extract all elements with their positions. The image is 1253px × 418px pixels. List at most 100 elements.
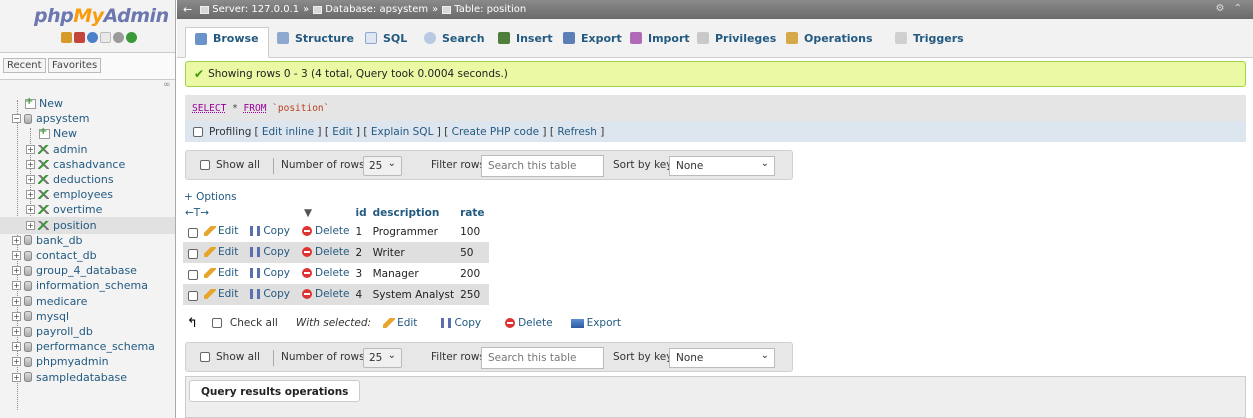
cell-rate[interactable]: 250 (458, 284, 489, 305)
edit-button[interactable]: Edit (200, 225, 238, 237)
filter-rows-input[interactable]: Search this table (481, 347, 604, 369)
expand-icon[interactable]: + (26, 220, 35, 230)
delete-button[interactable]: Delete (296, 267, 349, 279)
expand-icon[interactable]: + (26, 175, 35, 184)
bulk-export-button[interactable]: Export (570, 317, 621, 329)
edit-button[interactable]: Edit (200, 267, 238, 279)
row-checkbox[interactable] (188, 269, 198, 280)
collapse-arrow-icon[interactable]: ← (183, 3, 192, 16)
column-header-rate[interactable]: rate (458, 204, 488, 221)
breadcrumb-database[interactable]: Database: apsystem (313, 4, 428, 15)
cell-id[interactable]: 2 (353, 242, 371, 263)
show-all-checkbox[interactable] (200, 352, 210, 362)
delete-button[interactable]: Delete (296, 288, 349, 300)
cell-description[interactable]: System Analyst (370, 284, 459, 305)
copy-button[interactable]: Copy (244, 225, 290, 237)
tab-privileges[interactable]: Privileges (697, 28, 776, 48)
settings-icon[interactable] (113, 32, 124, 43)
home-icon[interactable] (61, 32, 72, 43)
tab-export[interactable]: Export (563, 28, 622, 48)
check-all-label[interactable]: Check all (230, 317, 278, 329)
recent-tab[interactable]: Recent (3, 58, 46, 73)
breadcrumb-table[interactable]: Table: position (442, 4, 526, 15)
number-of-rows-select[interactable]: 25 ⌄ (363, 348, 402, 368)
tab-import[interactable]: Import (630, 28, 690, 48)
cell-description[interactable]: Manager (370, 263, 459, 284)
edit-inline-link[interactable]: Edit inline (262, 126, 314, 138)
copy-button[interactable]: Copy (244, 267, 290, 279)
expand-icon[interactable]: + (12, 296, 21, 306)
tab-sql[interactable]: SQL (365, 28, 407, 48)
refresh-link[interactable]: Refresh (557, 126, 597, 138)
expand-icon[interactable]: + (12, 311, 21, 321)
expand-icon[interactable]: + (12, 235, 21, 245)
expand-icon[interactable]: + (12, 266, 21, 276)
copy-button[interactable]: Copy (244, 288, 290, 300)
expand-icon[interactable]: + (12, 327, 21, 336)
column-resize-arrows[interactable]: ←T→ ▼ (183, 204, 353, 221)
tab-operations[interactable]: Operations (786, 28, 873, 48)
bulk-copy-button[interactable]: Copy (435, 317, 481, 329)
show-all-option[interactable]: Show all (200, 351, 260, 363)
tree-item-sampledatabase[interactable]: + sampledatabase (12, 369, 127, 386)
expand-icon[interactable]: + (26, 190, 35, 200)
options-link[interactable]: + Options (184, 191, 237, 203)
show-all-checkbox[interactable] (200, 160, 210, 170)
expand-icon[interactable]: + (12, 281, 21, 291)
tab-structure[interactable]: Structure (277, 28, 354, 48)
tab-insert[interactable]: Insert (498, 28, 553, 48)
cell-rate[interactable]: 200 (458, 263, 489, 284)
filter-rows-input[interactable]: Search this table (481, 155, 604, 177)
help-icon[interactable] (87, 32, 98, 43)
explain-sql-link[interactable]: Explain SQL (371, 126, 434, 138)
expand-icon[interactable]: + (12, 251, 21, 260)
bulk-edit-button[interactable]: Edit (379, 317, 417, 329)
tab-triggers[interactable]: Triggers (895, 28, 964, 48)
column-header-id[interactable]: id (353, 204, 370, 221)
cell-rate[interactable]: 50 (458, 242, 489, 263)
column-header-description[interactable]: description (371, 204, 458, 221)
delete-button[interactable]: Delete (296, 225, 349, 237)
sort-by-key-select[interactable]: None ⌄ (669, 156, 775, 176)
reload-icon[interactable] (126, 32, 137, 43)
cell-rate[interactable]: 100 (458, 221, 489, 242)
profiling-checkbox[interactable] (193, 126, 203, 137)
number-of-rows-select[interactable]: 25 ⌄ (363, 156, 402, 176)
collapse-icon[interactable]: − (12, 114, 21, 124)
copy-button[interactable]: Copy (244, 246, 290, 258)
tab-search[interactable]: Search (424, 28, 485, 48)
cell-id[interactable]: 3 (353, 263, 371, 284)
edit-button[interactable]: Edit (200, 288, 238, 300)
favorites-tab[interactable]: Favorites (48, 58, 102, 73)
row-checkbox[interactable] (188, 227, 198, 238)
phpmyadmin-logo[interactable]: phpMyAdmin (34, 5, 169, 27)
expand-icon[interactable]: + (26, 144, 35, 154)
sort-down-icon[interactable]: ▼ (304, 207, 312, 219)
docs-icon[interactable] (100, 32, 111, 43)
cell-description[interactable]: Writer (370, 242, 459, 263)
sort-by-key-select[interactable]: None ⌄ (669, 348, 775, 368)
check-all-checkbox[interactable] (211, 318, 222, 328)
tab-browse[interactable]: Browse (185, 27, 269, 58)
create-php-code-link[interactable]: Create PHP code (452, 126, 539, 138)
link-with-main-panel-icon[interactable]: ∞ (163, 80, 171, 90)
edit-button[interactable]: Edit (200, 246, 238, 258)
expand-icon[interactable]: + (12, 342, 21, 352)
expand-icon[interactable]: + (26, 205, 35, 215)
cell-description[interactable]: Programmer (370, 221, 459, 242)
settings-collapse-icons[interactable]: ⚙ ⌃ (1215, 3, 1245, 14)
bulk-delete-button[interactable]: Delete (499, 317, 553, 329)
cell-id[interactable]: 1 (353, 221, 371, 242)
expand-icon[interactable]: + (12, 357, 21, 367)
edit-link[interactable]: Edit (332, 126, 352, 138)
sql-query-box[interactable]: SELECT * FROM `position` (185, 95, 1246, 121)
row-checkbox[interactable] (188, 290, 198, 301)
breadcrumb-server[interactable]: Server: 127.0.0.1 (200, 4, 299, 15)
show-all-option[interactable]: Show all (200, 159, 260, 171)
query-results-operations-title[interactable]: Query results operations (189, 380, 361, 402)
cell-id[interactable]: 4 (353, 284, 371, 305)
expand-icon[interactable]: + (12, 372, 21, 382)
logout-icon[interactable] (74, 32, 85, 43)
row-checkbox[interactable] (188, 248, 198, 259)
expand-icon[interactable]: + (26, 159, 35, 169)
